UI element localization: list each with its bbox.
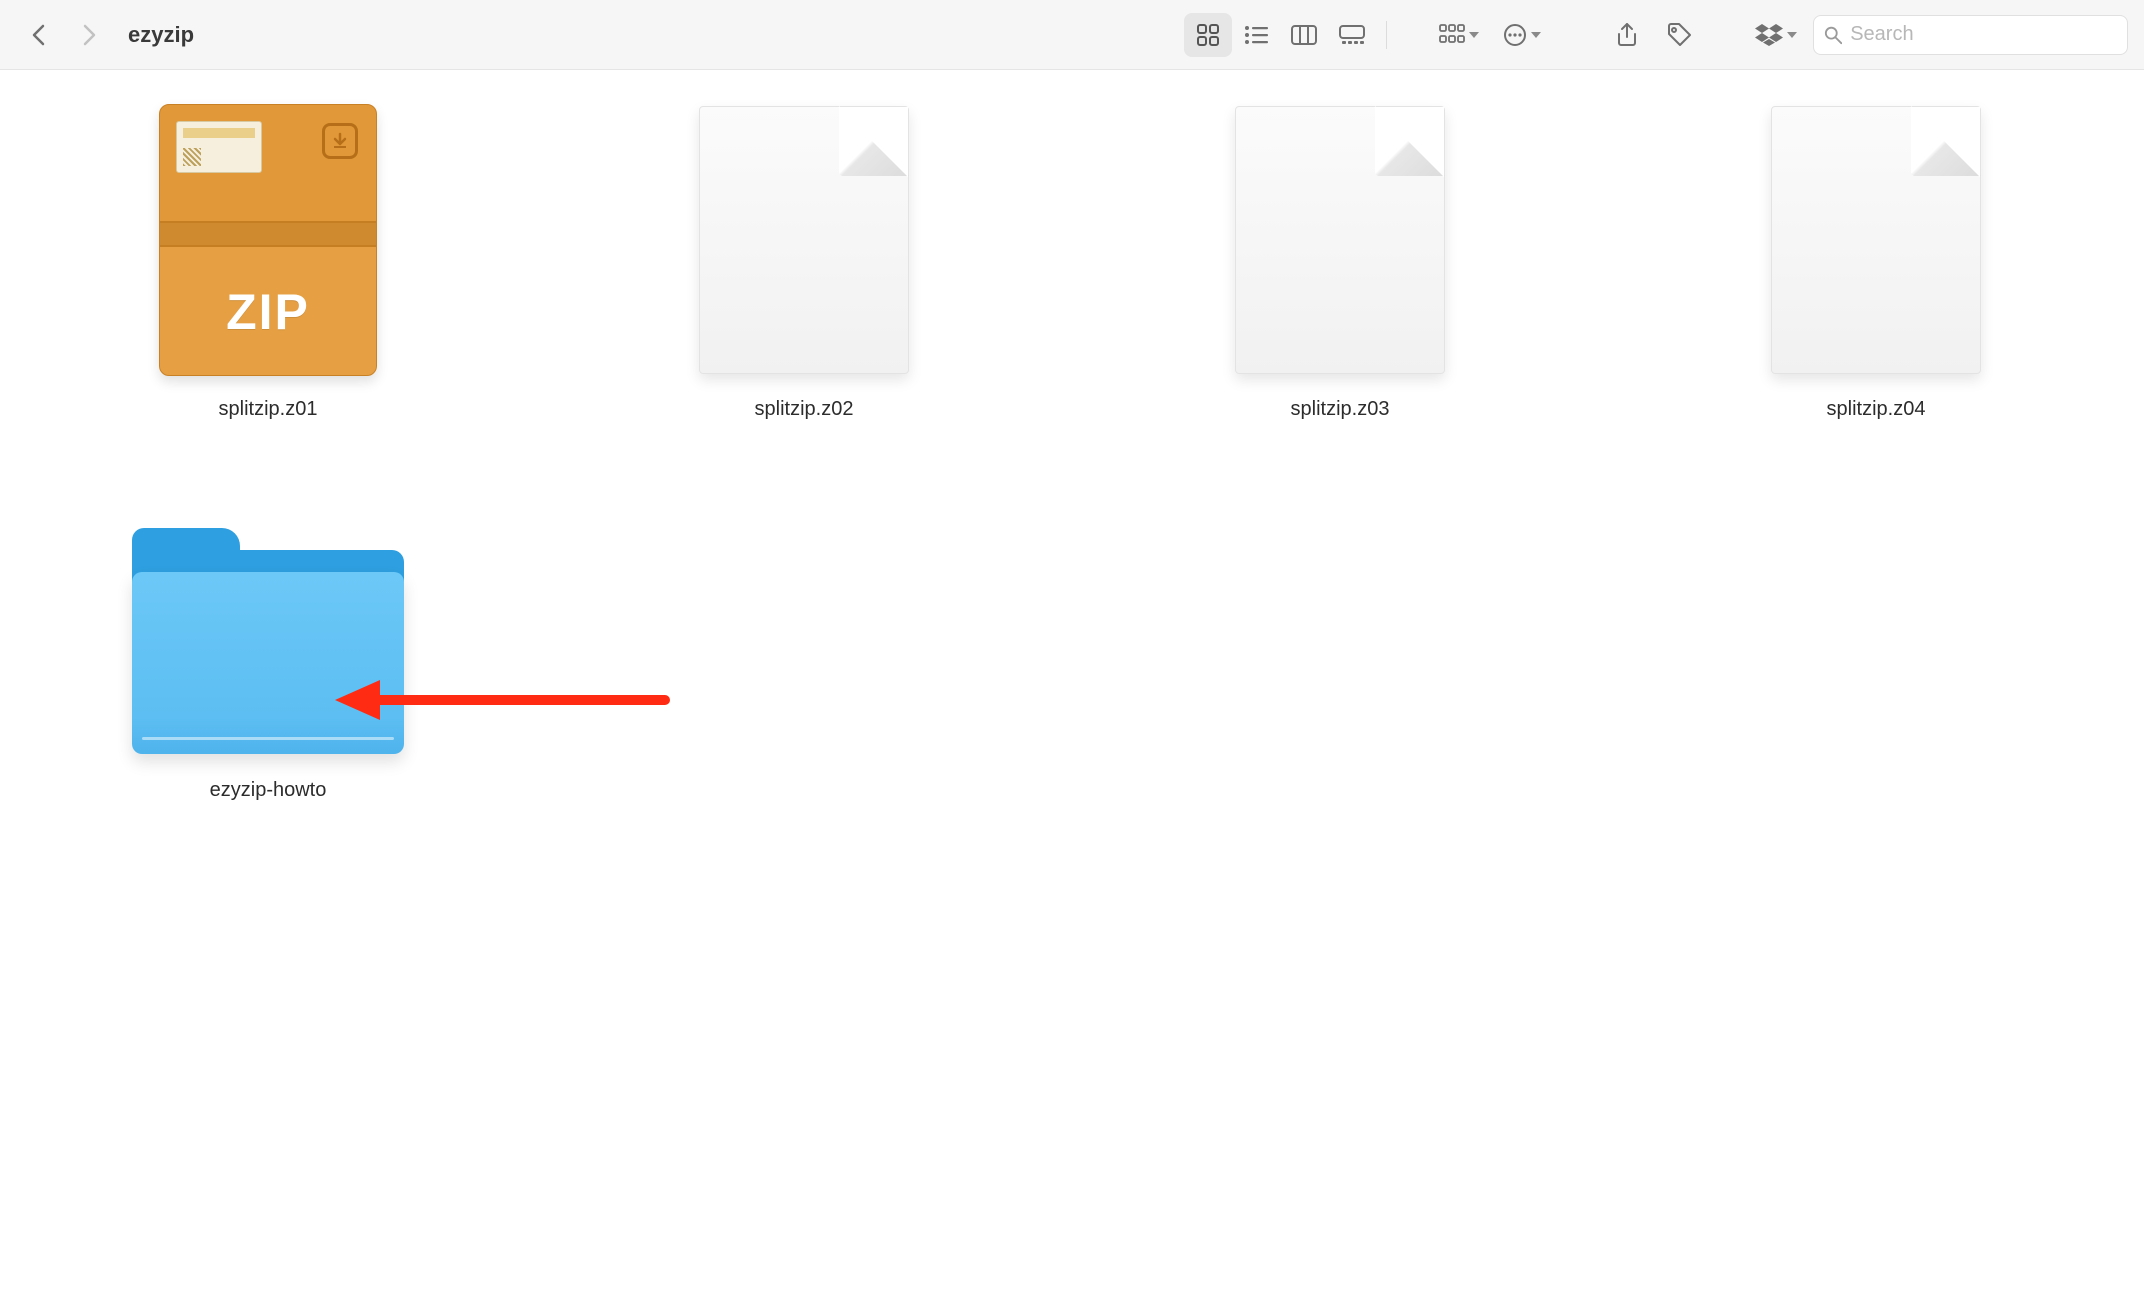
search-icon [1824, 25, 1842, 45]
folder-icon [132, 528, 404, 754]
action-menu[interactable] [1495, 13, 1549, 57]
columns-icon [1291, 25, 1317, 45]
share-icon [1616, 22, 1638, 48]
toolbar-separator [1386, 21, 1387, 49]
share-button[interactable] [1605, 13, 1649, 57]
chevron-left-icon [31, 24, 45, 46]
zip-label: ZIP [160, 283, 376, 341]
file-icon [664, 100, 944, 380]
grid-icon [1197, 24, 1219, 46]
folder-label: ezyzip-howto [210, 779, 327, 802]
folder-icon-box [128, 481, 408, 761]
gallery-icon [1339, 25, 1365, 45]
dropbox-menu[interactable] [1747, 13, 1805, 57]
file-icon [1200, 100, 1480, 380]
file-label: splitzip.z01 [219, 398, 318, 421]
tag-icon [1666, 22, 1692, 48]
group-icon [1439, 24, 1465, 46]
window-title: ezyzip [128, 22, 194, 48]
view-column-button[interactable] [1280, 13, 1328, 57]
search-field[interactable] [1813, 15, 2128, 55]
folder-item[interactable]: ezyzip-howto [128, 481, 408, 802]
view-icon-button[interactable] [1184, 13, 1232, 57]
list-icon [1244, 25, 1268, 45]
file-item-zip[interactable]: ZIP splitzip.z01 [128, 100, 408, 421]
file-icon: ZIP [128, 100, 408, 380]
chevron-down-icon [1531, 32, 1541, 38]
document-icon [699, 106, 909, 374]
file-label: splitzip.z03 [1291, 398, 1390, 421]
document-icon [1771, 106, 1981, 374]
view-switcher [1184, 13, 1376, 57]
document-icon [1235, 106, 1445, 374]
file-item[interactable]: splitzip.z04 [1736, 100, 2016, 421]
chevron-down-icon [1469, 32, 1479, 38]
chevron-right-icon [83, 24, 97, 46]
tag-button[interactable] [1657, 13, 1701, 57]
group-by-menu[interactable] [1431, 13, 1487, 57]
finder-content: ZIP splitzip.z01 splitzip.z02 splitzip.z… [0, 70, 2144, 832]
file-item[interactable]: splitzip.z02 [664, 100, 944, 421]
view-list-button[interactable] [1232, 13, 1280, 57]
file-label: splitzip.z04 [1827, 398, 1926, 421]
dropbox-icon [1755, 23, 1783, 47]
file-label: splitzip.z02 [755, 398, 854, 421]
zip-archive-icon: ZIP [159, 104, 377, 376]
finder-toolbar: ezyzip [0, 0, 2144, 70]
file-item[interactable]: splitzip.z03 [1200, 100, 1480, 421]
back-button[interactable] [16, 13, 60, 57]
search-input[interactable] [1850, 23, 2117, 46]
ellipsis-circle-icon [1503, 23, 1527, 47]
view-gallery-button[interactable] [1328, 13, 1376, 57]
file-icon [1736, 100, 2016, 380]
forward-button[interactable] [68, 13, 112, 57]
chevron-down-icon [1787, 32, 1797, 38]
